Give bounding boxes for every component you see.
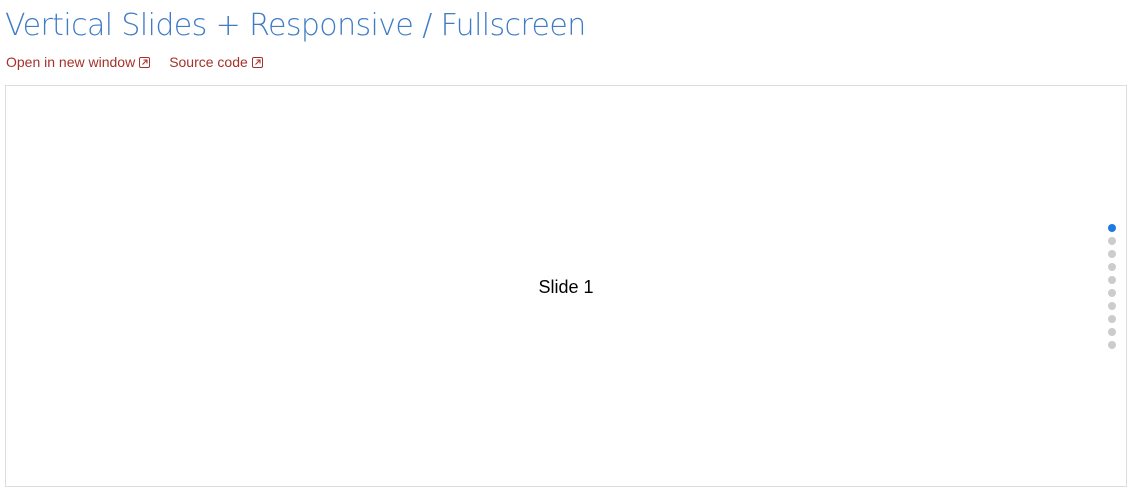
pagination-bullet[interactable] bbox=[1108, 250, 1116, 258]
source-code-label: Source code bbox=[169, 54, 248, 70]
slider-container[interactable]: Slide 1 bbox=[5, 85, 1127, 487]
demo-links: Open in new window Source code bbox=[6, 53, 263, 71]
pagination-bullet-active[interactable] bbox=[1108, 224, 1116, 232]
slide-1[interactable]: Slide 1 bbox=[6, 86, 1126, 486]
source-code-link[interactable]: Source code bbox=[169, 54, 263, 70]
page-title: Vertical Slides + Responsive / Fullscree… bbox=[5, 8, 586, 43]
pagination-bullet[interactable] bbox=[1108, 341, 1116, 349]
pagination-bullet[interactable] bbox=[1108, 237, 1116, 245]
external-link-icon bbox=[251, 56, 263, 68]
open-in-new-window-label: Open in new window bbox=[6, 54, 136, 70]
pagination-bullet[interactable] bbox=[1108, 328, 1116, 336]
slider-pagination bbox=[1108, 224, 1116, 354]
pagination-bullet[interactable] bbox=[1108, 263, 1116, 271]
slide-label: Slide 1 bbox=[538, 276, 594, 297]
pagination-bullet[interactable] bbox=[1108, 289, 1116, 297]
pagination-bullet[interactable] bbox=[1108, 315, 1116, 323]
pagination-bullet[interactable] bbox=[1108, 276, 1116, 284]
pagination-bullet[interactable] bbox=[1108, 302, 1116, 310]
open-in-new-window-link[interactable]: Open in new window bbox=[6, 54, 151, 70]
external-link-icon bbox=[139, 56, 151, 68]
